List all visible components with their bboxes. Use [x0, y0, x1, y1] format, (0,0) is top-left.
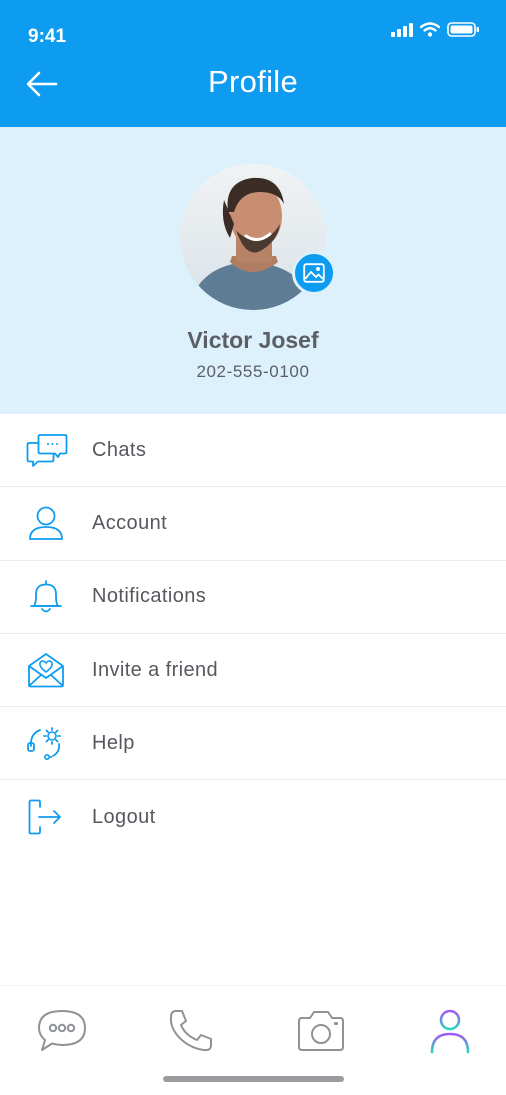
menu-item-label: Invite a friend: [92, 658, 219, 681]
battery-icon: [447, 22, 479, 37]
envelope-heart-icon: [28, 653, 64, 688]
menu-item-label: Notifications: [92, 585, 207, 608]
menu-item-label: Logout: [92, 805, 156, 828]
menu-item-label: Account: [92, 511, 168, 534]
tab-call[interactable]: [161, 1006, 221, 1056]
wifi-icon: [420, 22, 440, 37]
menu-item-invite[interactable]: Invite a friend: [0, 634, 506, 708]
image-icon: [303, 263, 325, 283]
phone-icon: [169, 1010, 212, 1052]
status-icons: [391, 22, 480, 37]
bell-icon: [30, 579, 62, 613]
tab-chat[interactable]: [32, 1006, 92, 1056]
tab-profile[interactable]: [420, 1006, 480, 1056]
logout-icon: [28, 799, 61, 835]
menu-item-notifications[interactable]: Notifications: [0, 561, 506, 634]
menu-item-label: Help: [92, 731, 135, 754]
profile-name: Victor Josef: [187, 327, 319, 353]
tab-camera[interactable]: [291, 1006, 351, 1056]
chat-bubbles-icon: [26, 434, 68, 468]
menu-item-label: Chats: [92, 438, 147, 461]
page-title: Profile: [208, 64, 298, 99]
settings-menu: Chats Account Notifications Invite a fri…: [0, 414, 506, 854]
menu-item-logout[interactable]: Logout: [0, 780, 506, 853]
menu-item-chats[interactable]: Chats: [0, 414, 506, 488]
status-time: 9:41: [28, 26, 67, 47]
menu-item-account[interactable]: Account: [0, 487, 506, 561]
profile-icon: [430, 1009, 470, 1054]
user-icon: [29, 507, 63, 541]
chat-icon: [38, 1010, 86, 1051]
signal-icon: [391, 22, 413, 37]
home-indicator: [163, 1076, 344, 1082]
profile-section: Victor Josef 202-555-0100: [0, 127, 506, 414]
camera-icon: [298, 1011, 344, 1051]
change-photo-button[interactable]: [292, 251, 336, 295]
app-header: 9:41 Profile: [0, 0, 506, 127]
profile-phone: 202-555-0100: [196, 362, 310, 381]
menu-item-help[interactable]: Help: [0, 707, 506, 781]
headset-gear-icon: [27, 727, 61, 761]
